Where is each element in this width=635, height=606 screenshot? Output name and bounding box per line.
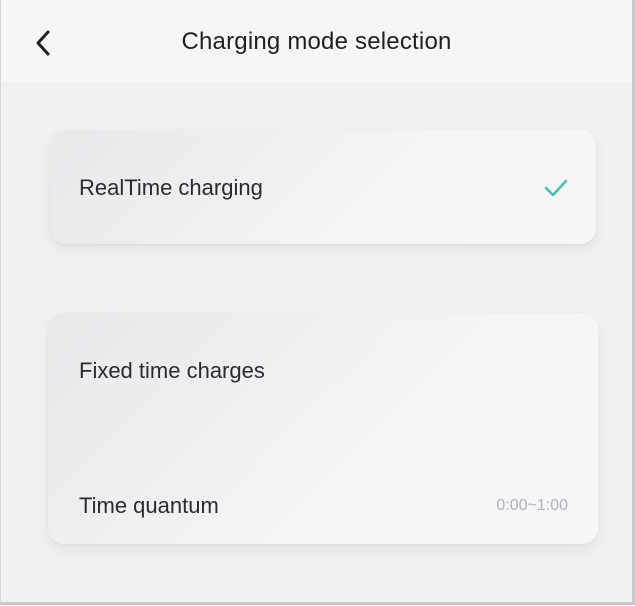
- top-nav-bar: Charging mode selection: [1, 0, 632, 82]
- time-quantum-row[interactable]: Time quantum 0:00~1:00: [48, 473, 598, 533]
- app-screen: Charging mode selection RealTime chargin…: [0, 0, 635, 605]
- option-fixed-label: Fixed time charges: [79, 358, 265, 383]
- time-quantum-value: 0:00~1:00: [496, 497, 568, 514]
- time-quantum-label: Time quantum: [79, 493, 219, 518]
- option-realtime-charging[interactable]: RealTime charging: [50, 130, 596, 244]
- check-icon: [544, 179, 568, 197]
- page-title: Charging mode selection: [181, 28, 452, 55]
- option-realtime-label: RealTime charging: [79, 175, 263, 200]
- option-fixed-time[interactable]: Fixed time charges Time quantum 0:00~1:0…: [48, 313, 598, 544]
